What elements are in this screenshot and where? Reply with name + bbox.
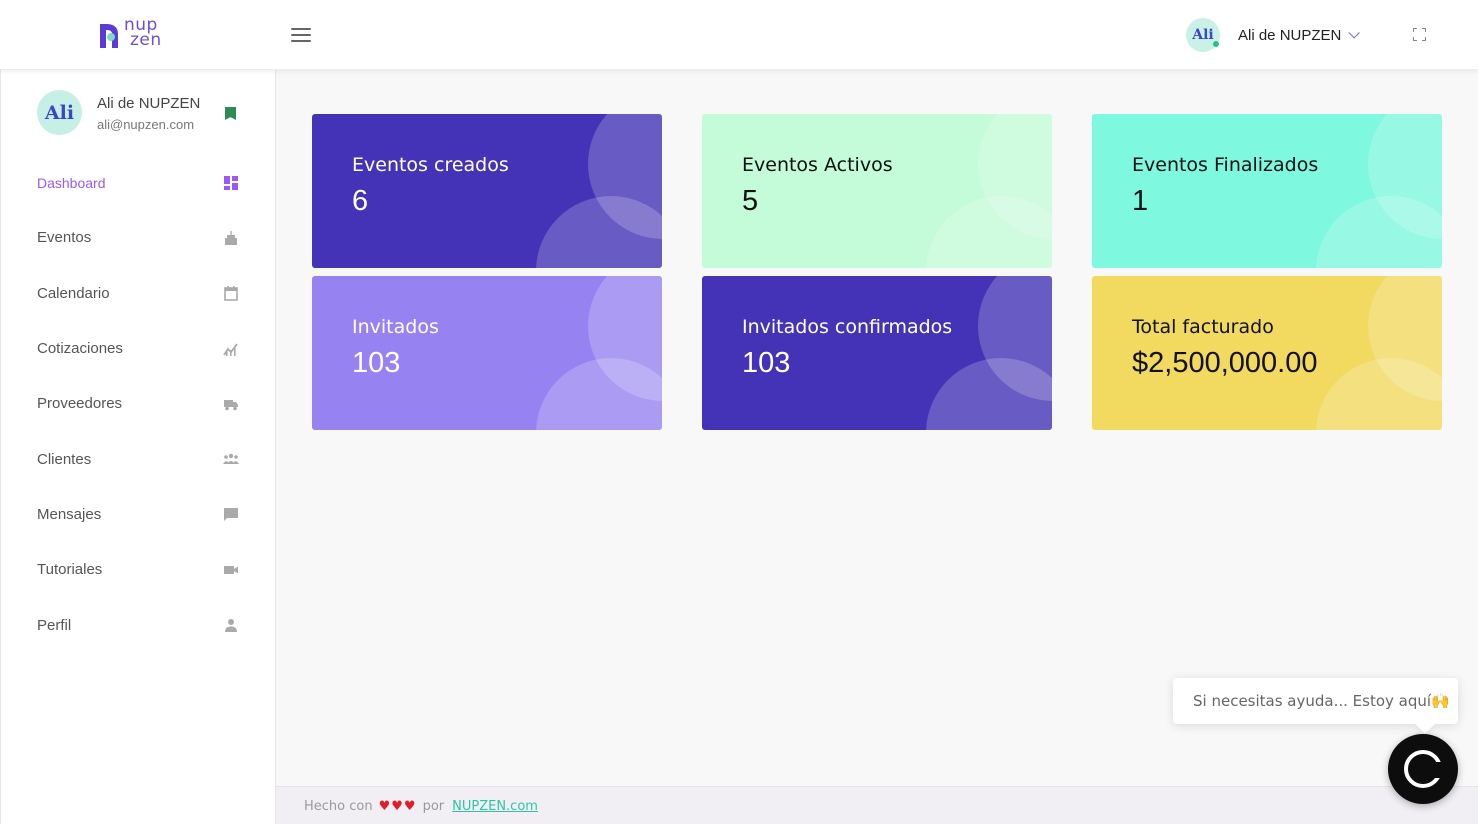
heart-icons: ♥♥♥ [378, 799, 417, 814]
sidebar-item-label: Perfil [37, 616, 72, 634]
profile-name: Ali de NUPZEN [97, 95, 201, 112]
sidebar-item-mensajes[interactable]: Mensajes [1, 487, 276, 542]
stat-card-invitados-confirmados[interactable]: Invitados confirmados 103 [702, 276, 1052, 430]
user-menu[interactable]: Ali Ali de NUPZEN [1186, 18, 1361, 52]
online-status-dot [1213, 41, 1219, 47]
logo-mark-icon [100, 24, 118, 48]
sidebar-item-clientes[interactable]: Clientes [1, 431, 276, 486]
avatar: Ali [1186, 18, 1220, 52]
chat-help-bubble[interactable]: Si necesitas ayuda... Estoy aquí🙌 [1173, 678, 1458, 734]
sidebar-item-label: Clientes [37, 450, 92, 468]
group-icon [223, 451, 239, 467]
chat-help-message: Si necesitas ayuda... Estoy aquí🙌 [1193, 692, 1450, 710]
footer-made-with: Hecho con [304, 799, 373, 814]
stat-card-eventos-creados[interactable]: Eventos creados 6 [312, 114, 662, 268]
sidebar-item-label: Tutoriales [37, 561, 103, 579]
stat-card-total-facturado[interactable]: Total facturado $2,500,000.00 [1092, 276, 1442, 430]
sidebar-item-dashboard[interactable]: Dashboard [1, 155, 276, 210]
sidebar-item-eventos[interactable]: Eventos [1, 210, 276, 265]
person-icon [223, 617, 239, 633]
sidebar-item-label: Proveedores [37, 395, 123, 413]
profile-avatar: Ali [37, 90, 82, 135]
hamburger-icon[interactable] [291, 28, 311, 42]
sidebar-item-proveedores[interactable]: Proveedores [1, 376, 276, 431]
sidebar-item-label: Mensajes [37, 505, 102, 523]
stat-card-title: Eventos Finalizados [1132, 154, 1319, 176]
stat-card-eventos-activos[interactable]: Eventos Activos 5 [702, 114, 1052, 268]
sidebar-item-label: Eventos [37, 229, 92, 247]
user-name: Ali de NUPZEN [1238, 26, 1342, 44]
stat-card-value: 103 [742, 347, 791, 379]
stat-card-eventos-finalizados[interactable]: Eventos Finalizados 1 [1092, 114, 1442, 268]
sidebar-item-tutoriales[interactable]: Tutoriales [1, 542, 276, 597]
stat-card-title: Total facturado [1132, 316, 1274, 338]
calendar-icon [223, 285, 239, 302]
sidebar-item-cotizaciones[interactable]: Cotizaciones [1, 321, 276, 376]
sidebar-item-label: Cotizaciones [37, 340, 123, 358]
stat-card-invitados[interactable]: Invitados 103 [312, 276, 662, 430]
sidebar-nav: Dashboard Eventos Calendario Cotizacione… [1, 155, 276, 653]
footer-by: por [422, 799, 445, 814]
stat-card-value: 1 [1132, 185, 1149, 217]
chart-icon [223, 341, 239, 357]
sidebar-item-label: Calendario [37, 284, 110, 302]
chat-launcher-button[interactable] [1388, 734, 1458, 804]
truck-icon [223, 396, 239, 412]
stat-card-value: 6 [352, 185, 369, 217]
stat-card-value: $2,500,000.00 [1132, 347, 1318, 379]
verified-bookmark-icon [225, 107, 236, 120]
logo-text-bottom: zen [130, 30, 162, 50]
chat-icon [1404, 750, 1444, 788]
sidebar-item-label: Dashboard [37, 174, 106, 191]
nupzen-logo[interactable]: nup zen [98, 17, 168, 52]
footer: Hecho con ♥♥♥ por NUPZEN.com [276, 786, 1478, 824]
cake-icon [223, 230, 239, 246]
stat-card-title: Invitados [352, 316, 439, 338]
sidebar-item-perfil[interactable]: Perfil [1, 597, 276, 652]
profile-email: ali@nupzen.com [97, 117, 195, 132]
sidebar-item-calendario[interactable]: Calendario [1, 266, 276, 321]
fullscreen-icon[interactable] [1413, 28, 1426, 41]
sidebar: Ali Ali de NUPZEN ali@nupzen.com Dashboa… [0, 70, 276, 824]
sidebar-profile: Ali Ali de NUPZEN ali@nupzen.com [37, 90, 247, 136]
stat-card-title: Eventos creados [352, 154, 509, 176]
message-icon [223, 506, 239, 522]
top-bar: nup zen Ali Ali de NUPZEN [0, 0, 1478, 70]
chevron-down-icon [1348, 27, 1361, 39]
stat-card-title: Invitados confirmados [742, 316, 953, 338]
stat-card-title: Eventos Activos [742, 154, 893, 176]
stat-card-value: 103 [352, 347, 401, 379]
dashboard-icon [223, 175, 239, 191]
stat-card-value: 5 [742, 185, 759, 217]
video-icon [223, 562, 239, 578]
footer-nupzen-link[interactable]: NUPZEN.com [452, 799, 538, 814]
